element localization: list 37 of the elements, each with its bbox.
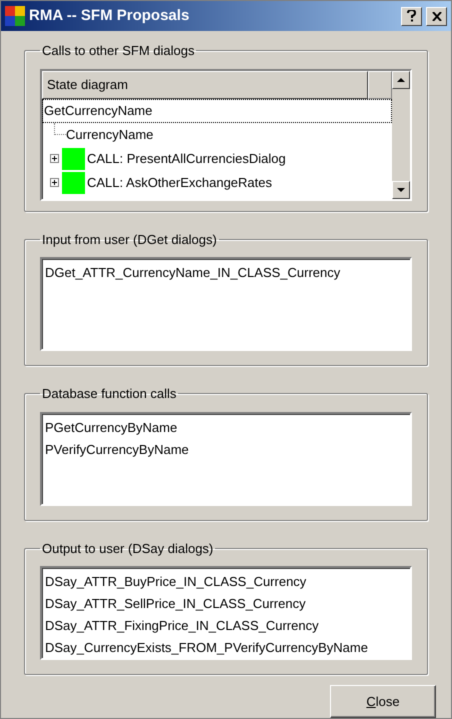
list-item[interactable]: DSay_ATTR_SellPrice_IN_CLASS_Currency	[45, 593, 407, 615]
tree-item[interactable]: CurrencyName	[66, 124, 154, 144]
expand-icon[interactable]	[50, 154, 59, 163]
window-close-button[interactable]	[426, 6, 447, 26]
group-label: Database function calls	[41, 385, 178, 403]
window-title: RMA -- SFM Proposals	[29, 6, 190, 26]
expand-icon[interactable]	[50, 178, 59, 187]
list-item[interactable]: DSay_ATTR_FixingPrice_IN_CLASS_Currency	[45, 615, 407, 637]
node-icon	[62, 148, 85, 170]
list-item[interactable]: DGet_ATTR_CurrencyName_IN_CLASS_Currency	[45, 262, 407, 284]
app-icon	[5, 6, 25, 26]
list-item[interactable]: PVerifyCurrencyByName	[45, 438, 407, 460]
help-button[interactable]	[401, 6, 422, 26]
tree-item[interactable]: CALL: AskOtherExchangeRates	[87, 172, 272, 192]
group-label: Input from user (DGet dialogs)	[41, 230, 218, 249]
list-item[interactable]: DSay_ATTR_BuyPrice_IN_CLASS_Currency	[45, 571, 407, 593]
list-box[interactable]: PGetCurrencyByName PVerifyCurrencyByName	[40, 412, 412, 506]
question-mark-icon	[407, 10, 416, 22]
scroll-down-button[interactable]	[392, 180, 410, 198]
list-box[interactable]: DSay_ATTR_BuyPrice_IN_CLASS_Currency DSay_ATTR_SellPrice_IN_CLASS_Currency DSay_ATTR_FixingPrice_IN_CLASS_Currency DSay_CurrencyExists_FROM_PVerifyCurrencyByName	[40, 566, 412, 660]
group-label: Calls to other SFM dialogs	[41, 42, 196, 60]
scrollbar[interactable]	[392, 70, 410, 198]
column-header[interactable]	[368, 70, 392, 98]
list-item[interactable]: PGetCurrencyByName	[45, 416, 407, 438]
group-label: Output to user (DSay dialogs)	[41, 540, 214, 558]
down-arrow-icon	[397, 188, 405, 192]
column-header[interactable]: State diagram	[42, 70, 368, 98]
tree-item[interactable]: CALL: PresentAllCurrenciesDialog	[87, 148, 286, 168]
tree-item[interactable]: GetCurrencyName	[42, 98, 392, 122]
close-icon	[432, 12, 442, 20]
tree-line	[54, 122, 66, 134]
up-arrow-icon	[397, 78, 405, 82]
scroll-up-button[interactable]	[392, 70, 410, 88]
node-icon	[62, 172, 85, 194]
list-item[interactable]: DSay_CurrencyExists_FROM_PVerifyCurrencyByName	[45, 637, 407, 659]
list-box[interactable]: DGet_ATTR_CurrencyName_IN_CLASS_Currency	[40, 257, 412, 351]
close-button[interactable]: Close	[330, 685, 436, 718]
